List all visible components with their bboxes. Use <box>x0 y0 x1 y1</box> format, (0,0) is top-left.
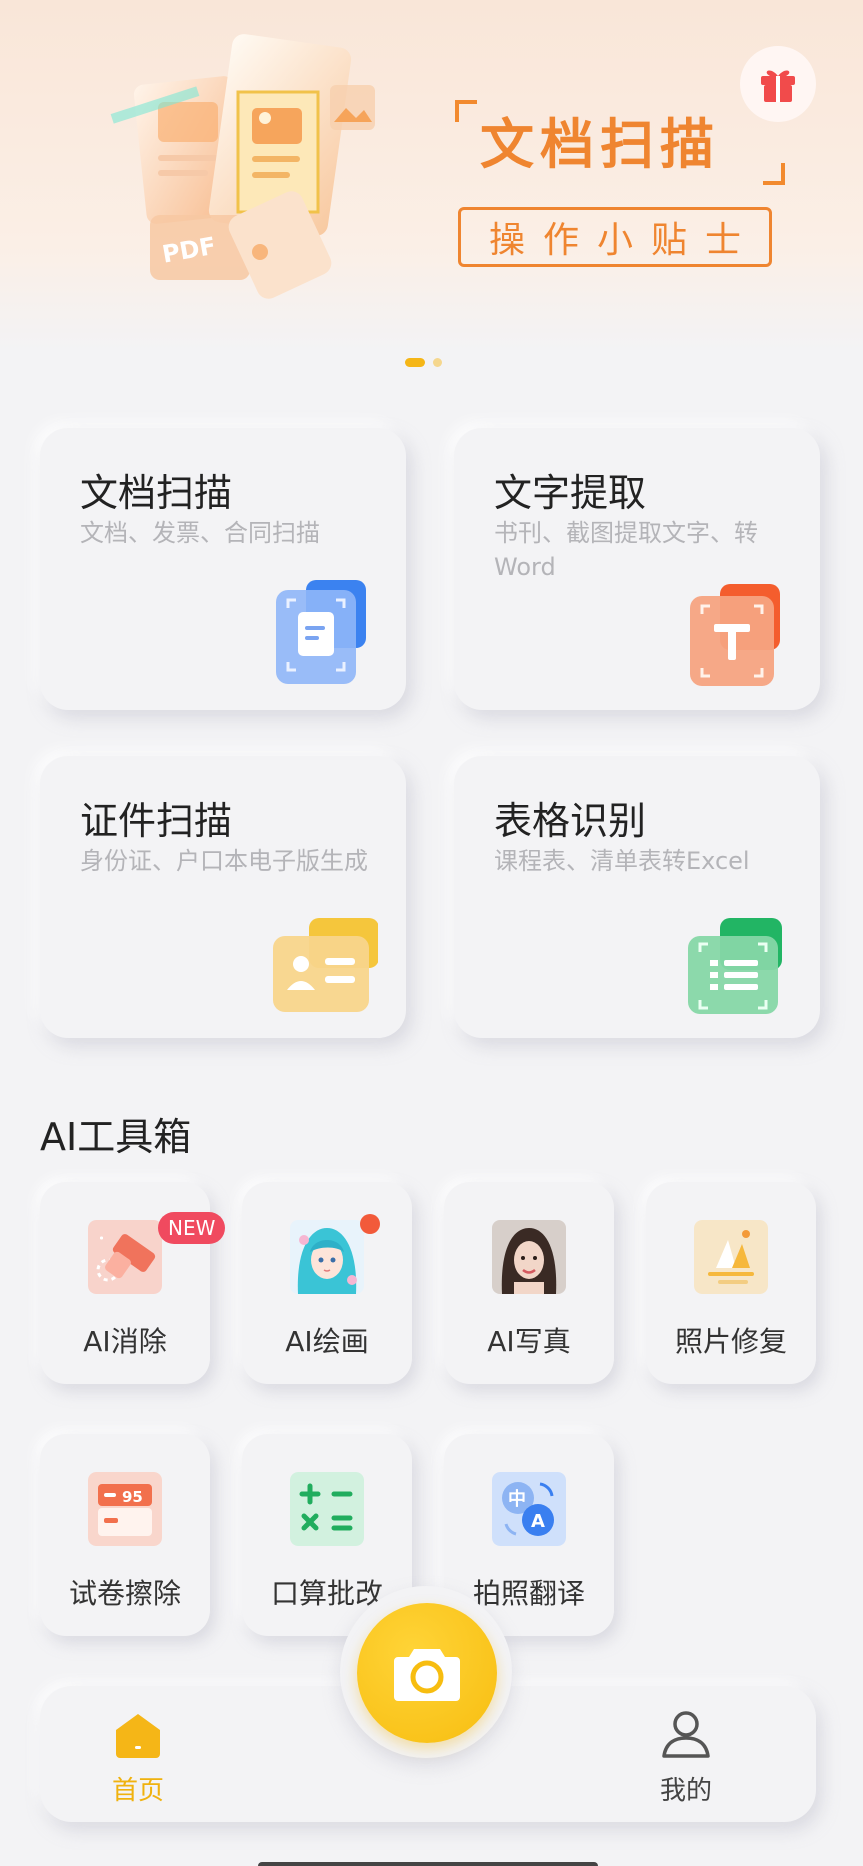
card-description: 文档、发票、合同扫描 <box>80 519 320 547</box>
photo-repair-icon <box>694 1220 768 1294</box>
anime-girl-icon <box>290 1220 364 1294</box>
card-document-scan[interactable]: 文档扫描 文档、发票、合同扫描 <box>40 428 406 710</box>
card-title: 表格识别 <box>494 799 647 843</box>
card-description: 身份证、户口本电子版生成 <box>80 847 368 875</box>
translate-icon: 中 A <box>492 1472 566 1546</box>
nav-label-home: 首页 <box>111 1776 164 1806</box>
portrait-icon <box>492 1220 566 1294</box>
tool-ai-portrait[interactable]: AI写真 <box>444 1182 614 1384</box>
nav-mine[interactable]: 我的 <box>616 1708 756 1807</box>
card-table-recognition[interactable]: 表格识别 课程表、清单表转Excel <box>454 756 820 1038</box>
tool-exam-erase[interactable]: 95 试卷擦除 <box>40 1434 210 1636</box>
score-text: 95 <box>122 1488 143 1506</box>
document-illustration-icon: PDF <box>110 34 375 299</box>
tool-label: 照片修复 <box>674 1325 787 1358</box>
table-recognition-icon <box>688 918 782 1014</box>
gift-button[interactable] <box>740 46 816 122</box>
calculator-icon <box>290 1472 364 1546</box>
card-text-extract[interactable]: 文字提取 书刊、截图提取文字、转Word <box>454 428 820 710</box>
home-icon <box>116 1714 160 1758</box>
notification-dot <box>360 1214 380 1234</box>
eraser-icon <box>88 1220 162 1294</box>
latin-glyph: A <box>531 1511 545 1532</box>
gift-icon <box>761 70 795 102</box>
promo-banner[interactable]: PDF 文档扫描 操作小贴士 <box>0 0 863 350</box>
card-title: 文档扫描 <box>80 471 233 515</box>
pagination-dot[interactable] <box>433 358 442 367</box>
card-title: 文字提取 <box>494 471 647 515</box>
section-title-ai-toolbox: AI工具箱 <box>40 1115 192 1159</box>
pagination-dot-active[interactable] <box>405 358 425 367</box>
camera-button[interactable] <box>357 1603 497 1743</box>
bracket-left <box>455 100 477 122</box>
card-id-scan[interactable]: 证件扫描 身份证、户口本电子版生成 <box>40 756 406 1038</box>
tool-label: AI绘画 <box>285 1325 369 1358</box>
card-description: 书刊、截图提取文字、转Word <box>494 519 758 581</box>
banner-headline: 文档扫描 <box>455 95 785 185</box>
home-indicator <box>258 1862 598 1866</box>
new-badge: NEW <box>158 1212 226 1244</box>
text-extract-icon <box>690 584 780 686</box>
nav-label-mine: 我的 <box>659 1776 712 1806</box>
banner-pagination <box>405 358 442 367</box>
nav-home[interactable]: 首页 <box>68 1708 208 1807</box>
id-card-icon <box>273 918 378 1012</box>
camera-icon <box>394 1649 460 1701</box>
document-scan-icon <box>276 580 366 684</box>
tool-label: AI写真 <box>487 1325 571 1358</box>
tool-photo-repair[interactable]: 照片修复 <box>646 1182 816 1384</box>
exam-erase-icon: 95 <box>88 1472 162 1546</box>
chinese-glyph: 中 <box>508 1488 526 1510</box>
card-description: 课程表、清单表转Excel <box>494 847 750 875</box>
banner-subtitle: 操作小贴士 <box>458 207 772 267</box>
tool-ai-erase[interactable]: NEW AI消除 <box>40 1182 226 1384</box>
tool-label: 试卷擦除 <box>68 1577 181 1610</box>
banner-title: 文档扫描 <box>480 113 720 176</box>
card-title: 证件扫描 <box>80 799 233 843</box>
user-icon <box>662 1711 710 1758</box>
tool-ai-painting[interactable]: AI绘画 <box>242 1182 412 1384</box>
bracket-right <box>763 163 785 185</box>
tool-label: AI消除 <box>83 1325 167 1358</box>
